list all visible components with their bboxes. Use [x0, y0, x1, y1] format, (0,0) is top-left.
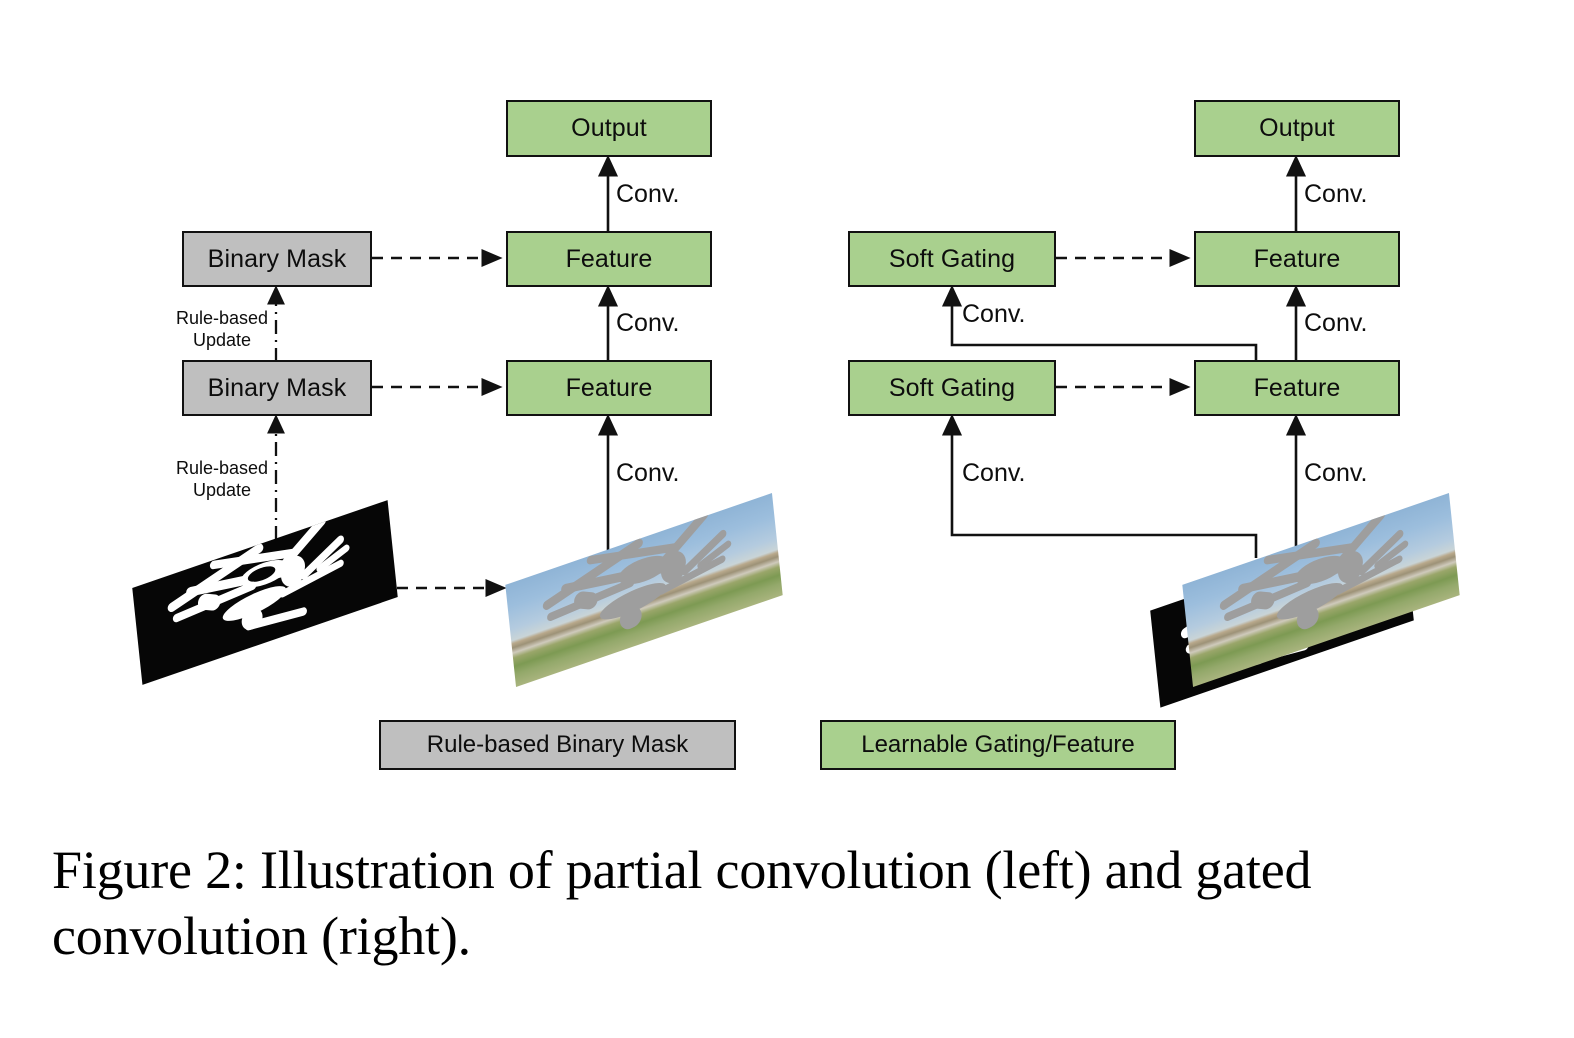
right-soft-gating-top-label: Soft Gating [888, 244, 1016, 273]
left-rule-update-label-bottom: Rule-based Update [167, 458, 277, 502]
legend-rule-based-binary-mask[interactable]: Rule-based Binary Mask [379, 720, 736, 770]
left-feature-top-label: Feature [565, 244, 653, 273]
left-conv-label-bottom: Conv. [616, 459, 680, 487]
right-conv-label-feature-mid: Conv. [1304, 309, 1368, 337]
right-conv-label-feature-bottom: Conv. [1304, 459, 1368, 487]
left-masked-photo-image [503, 493, 785, 687]
left-feature-top-box[interactable]: Feature [506, 231, 712, 287]
figure-2-illustration: Output Feature Feature Binary Mask Binar… [0, 0, 1574, 1038]
legend-learnable-gating-feature[interactable]: Learnable Gating/Feature [820, 720, 1176, 770]
left-feature-bottom-label: Feature [565, 373, 653, 402]
right-feature-top-label: Feature [1253, 244, 1341, 273]
figure-caption: Figure 2: Illustration of partial convol… [52, 840, 1312, 966]
left-output-box[interactable]: Output [506, 100, 712, 157]
right-masked-photo-image [1180, 493, 1462, 687]
left-output-label: Output [571, 114, 647, 142]
right-soft-gating-bottom-box[interactable]: Soft Gating [848, 360, 1056, 416]
left-conv-label-mid: Conv. [616, 309, 680, 337]
left-photo-mask-overlay [505, 493, 782, 687]
left-rule-update-bottom-line1: Rule-based [175, 458, 269, 478]
left-mask-strokes [132, 500, 397, 685]
right-soft-gating-bottom-label: Soft Gating [888, 373, 1016, 402]
left-rule-update-bottom-line2: Update [192, 479, 252, 500]
left-binary-mask-bottom-box[interactable]: Binary Mask [182, 360, 372, 416]
right-feature-bottom-box[interactable]: Feature [1194, 360, 1400, 416]
left-binary-mask-top-box[interactable]: Binary Mask [182, 231, 372, 287]
right-conv-label-gating-bottom: Conv. [962, 459, 1026, 487]
left-binary-mask-top-label: Binary Mask [207, 244, 347, 273]
left-binary-mask-image [130, 500, 400, 685]
left-rule-update-top-line2: Update [192, 329, 252, 350]
right-feature-bottom-label: Feature [1253, 373, 1341, 402]
right-feature-top-box[interactable]: Feature [1194, 231, 1400, 287]
left-rule-update-top-line1: Rule-based [175, 308, 269, 328]
right-conv-label-output: Conv. [1304, 180, 1368, 208]
left-conv-label-output: Conv. [616, 180, 680, 208]
left-binary-mask-bottom-label: Binary Mask [207, 373, 347, 402]
right-soft-gating-top-box[interactable]: Soft Gating [848, 231, 1056, 287]
left-rule-update-label-top: Rule-based Update [167, 308, 277, 352]
right-conv-label-gating-mid: Conv. [962, 300, 1026, 328]
right-output-box[interactable]: Output [1194, 100, 1400, 157]
legend-learnable-label: Learnable Gating/Feature [861, 731, 1135, 758]
legend-rule-based-label: Rule-based Binary Mask [426, 731, 689, 758]
right-output-label: Output [1259, 114, 1335, 142]
left-feature-bottom-box[interactable]: Feature [506, 360, 712, 416]
